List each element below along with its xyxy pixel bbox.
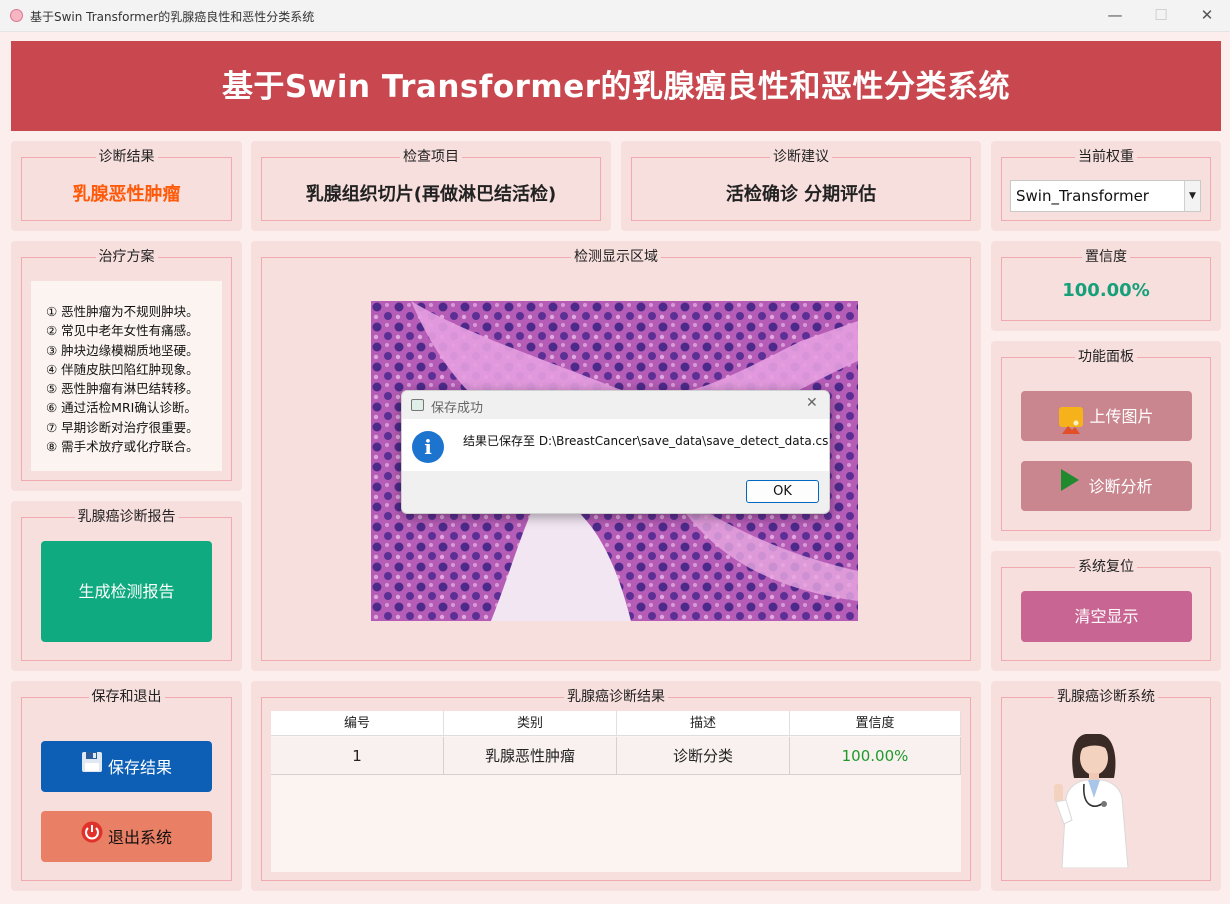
analyze-label: 诊断分析	[1088, 476, 1153, 496]
reset-title: 系统复位	[1075, 559, 1137, 575]
save-icon	[81, 742, 103, 793]
list-item: ① 恶性肿瘤为不规则肿块。	[46, 304, 199, 319]
treatment-title: 治疗方案	[95, 249, 158, 265]
dialog-close-icon[interactable]: ✕	[806, 395, 818, 411]
window-title: 基于Swin Transformer的乳腺癌良性和恶性分类系统	[30, 10, 315, 24]
cell-id: 1	[271, 737, 444, 775]
list-item: ⑥ 通过活检MRI确认诊断。	[46, 400, 197, 416]
exam-item-panel: 检查项目 乳腺组织切片(再做淋巴结活检)	[251, 141, 611, 231]
column-header-confidence[interactable]: 置信度	[790, 711, 961, 736]
save-success-dialog[interactable]: 保存成功 ✕ i 结果已保存至 D:\BreastCancer\save_dat…	[401, 390, 830, 514]
exam-item-title: 检查项目	[400, 149, 462, 165]
diagnosis-result-title: 诊断结果	[95, 149, 158, 165]
confidence-value: 100.00%	[1062, 280, 1150, 301]
list-item: ④ 伴随皮肤凹陷红肿现象。	[46, 361, 199, 377]
list-item: ⑧ 需手术放疗或化疗联合。	[46, 439, 199, 455]
treatment-list: ① 恶性肿瘤为不规则肿块。 ② 常见中老年女性有痛感。 ③ 肿块边缘模糊质地坚硬…	[31, 281, 222, 471]
report-title: 乳腺癌诊断报告	[74, 509, 179, 525]
dialog-app-icon	[411, 399, 424, 411]
minimize-button[interactable]: —	[1092, 0, 1138, 32]
upload-image-button[interactable]: 上传图片	[1021, 391, 1192, 441]
play-icon	[1060, 462, 1080, 512]
app-icon	[10, 9, 23, 22]
save-results-button[interactable]: 保存结果	[41, 741, 212, 792]
exam-item-value: 乳腺组织切片(再做淋巴结活检)	[305, 184, 557, 205]
list-item: ⑦ 早期诊断对治疗很重要。	[46, 419, 199, 435]
cell-description: 诊断分类	[617, 737, 790, 775]
column-header-description[interactable]: 描述	[617, 711, 790, 736]
dialog-message: 结果已保存至 D:\BreastCancer\save_data\save_de…	[463, 434, 830, 448]
weights-select[interactable]: Swin_Transformer ▼	[1010, 180, 1201, 212]
save-exit-title: 保存和退出	[88, 689, 165, 705]
cell-category: 乳腺恶性肿瘤	[444, 737, 617, 775]
confidence-group: 置信度 100.00%	[1001, 249, 1211, 321]
save-results-label: 保存结果	[107, 758, 172, 777]
dialog-titlebar[interactable]: 保存成功 ✕	[402, 391, 829, 419]
dialog-title: 保存成功	[431, 401, 484, 416]
advice-group: 诊断建议 活检确诊 分期评估	[631, 149, 971, 221]
generate-report-button[interactable]: 生成检测报告	[41, 541, 212, 642]
system-title: 乳腺癌诊断系统	[1054, 689, 1158, 705]
list-item: ② 常见中老年女性有痛感。	[46, 323, 199, 339]
column-header-id[interactable]: 编号	[271, 711, 444, 736]
maximize-button[interactable]: ☐	[1138, 0, 1184, 32]
advice-panel: 诊断建议 活检确诊 分期评估	[621, 141, 981, 231]
power-icon	[81, 812, 103, 863]
ok-button[interactable]: OK	[746, 480, 819, 503]
weights-title: 当前权重	[1075, 149, 1137, 165]
confidence-title: 置信度	[1082, 249, 1130, 265]
diagnosis-result-group: 诊断结果 乳腺恶性肿瘤	[21, 149, 232, 221]
image-icon	[1059, 406, 1084, 434]
cell-confidence: 100.00%	[790, 737, 961, 775]
diagnosis-result-value: 乳腺恶性肿瘤	[72, 184, 181, 205]
exit-system-label: 退出系统	[107, 828, 172, 847]
doctor-illustration	[1044, 728, 1144, 869]
list-item: ③ 肿块边缘模糊质地坚硬。	[46, 342, 199, 358]
list-item: ⑤ 恶性肿瘤有淋巴结转移。	[46, 381, 199, 397]
confidence-panel: 置信度 100.00%	[991, 241, 1221, 331]
clear-display-button[interactable]: 清空显示	[1021, 591, 1192, 642]
results-title: 乳腺癌诊断结果	[564, 689, 668, 705]
analyze-button[interactable]: 诊断分析	[1021, 461, 1192, 511]
functions-title: 功能面板	[1075, 349, 1137, 365]
table-row[interactable]: 1 乳腺恶性肿瘤 诊断分类 100.00%	[271, 737, 961, 775]
weights-selected-value: Swin_Transformer	[1016, 187, 1149, 205]
exit-system-button[interactable]: 退出系统	[41, 811, 212, 862]
diagnosis-result-panel: 诊断结果 乳腺恶性肿瘤	[11, 141, 242, 231]
page-title: 基于Swin Transformer的乳腺癌良性和恶性分类系统	[11, 41, 1221, 131]
results-table[interactable]: 编号 类别 描述 置信度 1 乳腺恶性肿瘤 诊断分类 100.00%	[271, 711, 961, 872]
advice-value: 活检确诊 分期评估	[725, 184, 877, 205]
window-titlebar[interactable]: 基于Swin Transformer的乳腺癌良性和恶性分类系统 — ☐ ✕	[0, 0, 1230, 32]
info-icon: i	[412, 431, 444, 463]
advice-title: 诊断建议	[770, 149, 832, 165]
chevron-down-icon[interactable]: ▼	[1184, 181, 1200, 211]
upload-image-label: 上传图片	[1089, 406, 1154, 426]
close-window-button[interactable]: ✕	[1184, 0, 1230, 32]
exam-item-group: 检查项目 乳腺组织切片(再做淋巴结活检)	[261, 149, 601, 221]
detection-title: 检测显示区域	[571, 249, 661, 265]
column-header-category[interactable]: 类别	[444, 711, 617, 736]
dialog-body: i 结果已保存至 D:\BreastCancer\save_data\save_…	[402, 419, 829, 471]
